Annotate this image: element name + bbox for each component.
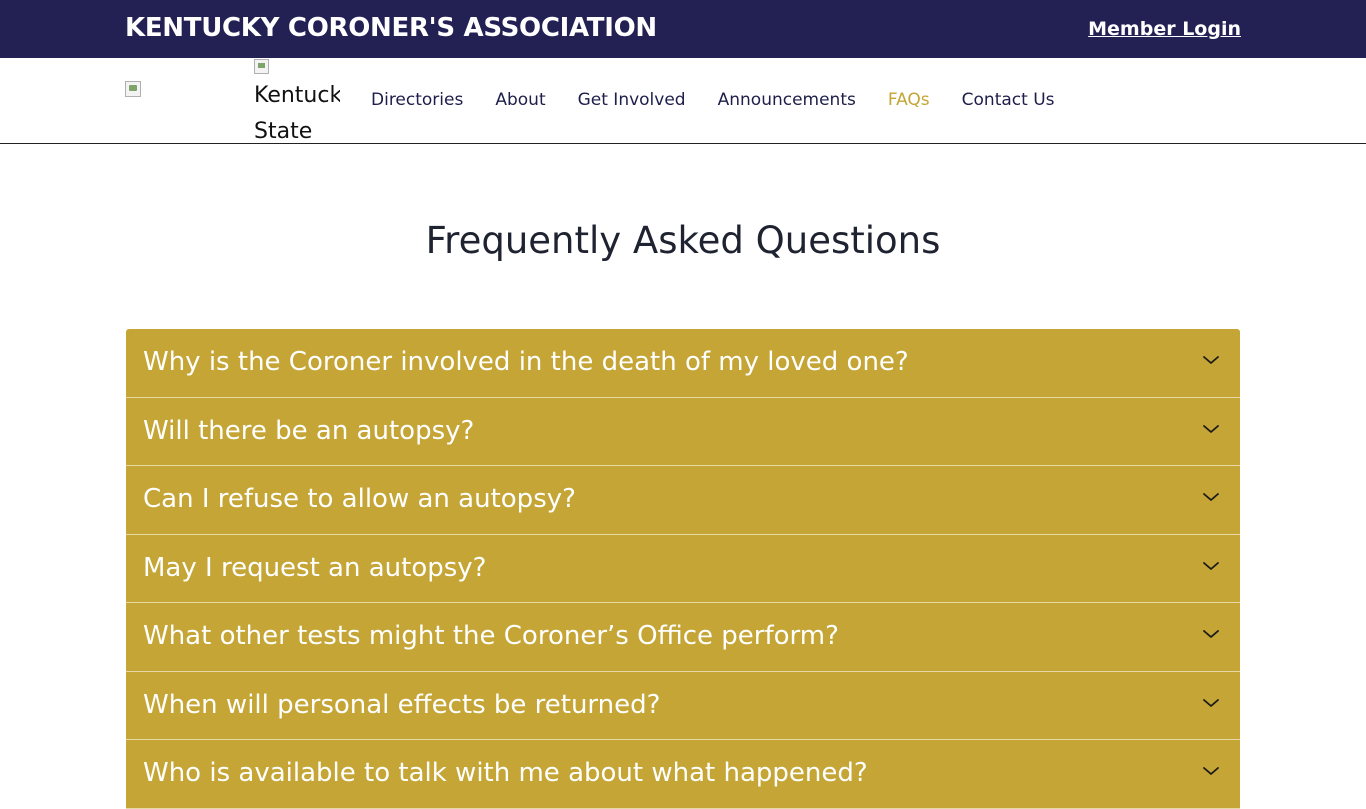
faq-question: Will there be an autopsy? bbox=[143, 415, 475, 446]
chevron-down-icon bbox=[1203, 767, 1219, 775]
faq-item[interactable]: What other tests might the Coroner’s Off… bbox=[126, 603, 1240, 672]
faq-accordion: Why is the Coroner involved in the death… bbox=[126, 329, 1240, 809]
faq-item[interactable]: May I request an autopsy? bbox=[126, 534, 1240, 603]
main-navbar: Kentuck State Directories About Get Invo… bbox=[0, 58, 1366, 144]
state-logo-alt-line2: State bbox=[254, 119, 313, 144]
nav-links: Directories About Get Involved Announcem… bbox=[371, 90, 1055, 110]
chevron-down-icon bbox=[1203, 493, 1219, 501]
broken-image-icon[interactable] bbox=[125, 81, 141, 97]
chevron-down-icon bbox=[1203, 356, 1219, 364]
chevron-down-icon bbox=[1203, 561, 1219, 570]
nav-item-about[interactable]: About bbox=[495, 90, 545, 110]
broken-image-icon bbox=[254, 59, 269, 74]
state-logo-alt-line1: Kentuck bbox=[254, 83, 340, 108]
faq-item[interactable]: When will personal effects be returned? bbox=[126, 671, 1240, 740]
nav-item-contact-us[interactable]: Contact Us bbox=[962, 90, 1055, 110]
faq-item[interactable]: Can I refuse to allow an autopsy? bbox=[126, 466, 1240, 535]
site-title[interactable]: KENTUCKY CORONER'S ASSOCIATION bbox=[125, 13, 657, 43]
nav-item-faqs[interactable]: FAQs bbox=[888, 90, 930, 110]
faq-item[interactable]: Who is available to talk with me about w… bbox=[126, 740, 1240, 809]
faq-question: When will personal effects be returned? bbox=[143, 689, 661, 720]
top-bar: KENTUCKY CORONER'S ASSOCIATION Member Lo… bbox=[0, 0, 1366, 58]
faq-item[interactable]: Why is the Coroner involved in the death… bbox=[126, 329, 1240, 398]
chevron-down-icon bbox=[1203, 698, 1219, 707]
chevron-down-icon bbox=[1203, 630, 1219, 638]
faq-question: Why is the Coroner involved in the death… bbox=[143, 347, 909, 377]
faq-question: What other tests might the Coroner’s Off… bbox=[143, 621, 839, 651]
state-logo-alt-text: Kentuck State bbox=[254, 78, 340, 144]
nav-item-announcements[interactable]: Announcements bbox=[718, 90, 856, 110]
page-title: Frequently Asked Questions bbox=[425, 219, 941, 262]
nav-item-directories[interactable]: Directories bbox=[371, 90, 463, 110]
member-login-link[interactable]: Member Login bbox=[1088, 18, 1241, 40]
state-logo[interactable]: Kentuck State bbox=[254, 58, 340, 144]
faq-question: Can I refuse to allow an autopsy? bbox=[143, 484, 576, 514]
faq-question: Who is available to talk with me about w… bbox=[143, 758, 868, 788]
faq-question: May I request an autopsy? bbox=[143, 552, 487, 583]
faq-item[interactable]: Will there be an autopsy? bbox=[126, 397, 1240, 466]
chevron-down-icon bbox=[1203, 424, 1219, 433]
nav-item-get-involved[interactable]: Get Involved bbox=[578, 90, 686, 110]
